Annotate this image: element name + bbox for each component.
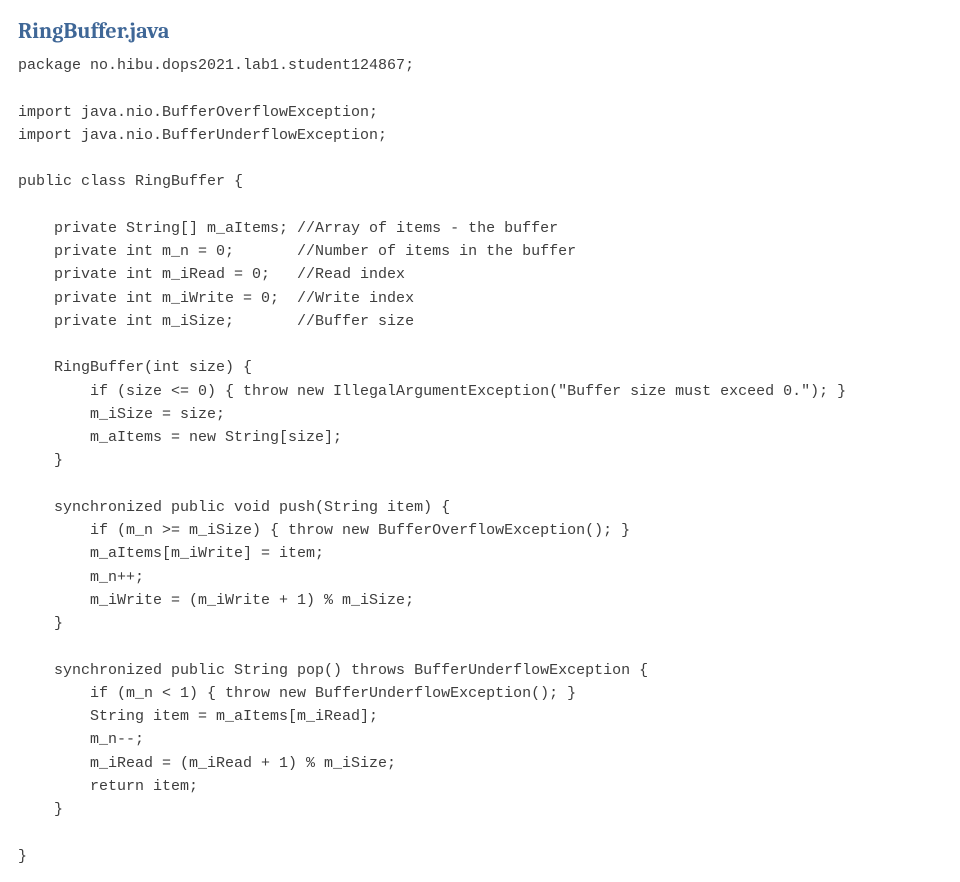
code-block: package no.hibu.dops2021.lab1.student124… (18, 54, 942, 868)
file-title: RingBuffer.java (18, 14, 942, 48)
